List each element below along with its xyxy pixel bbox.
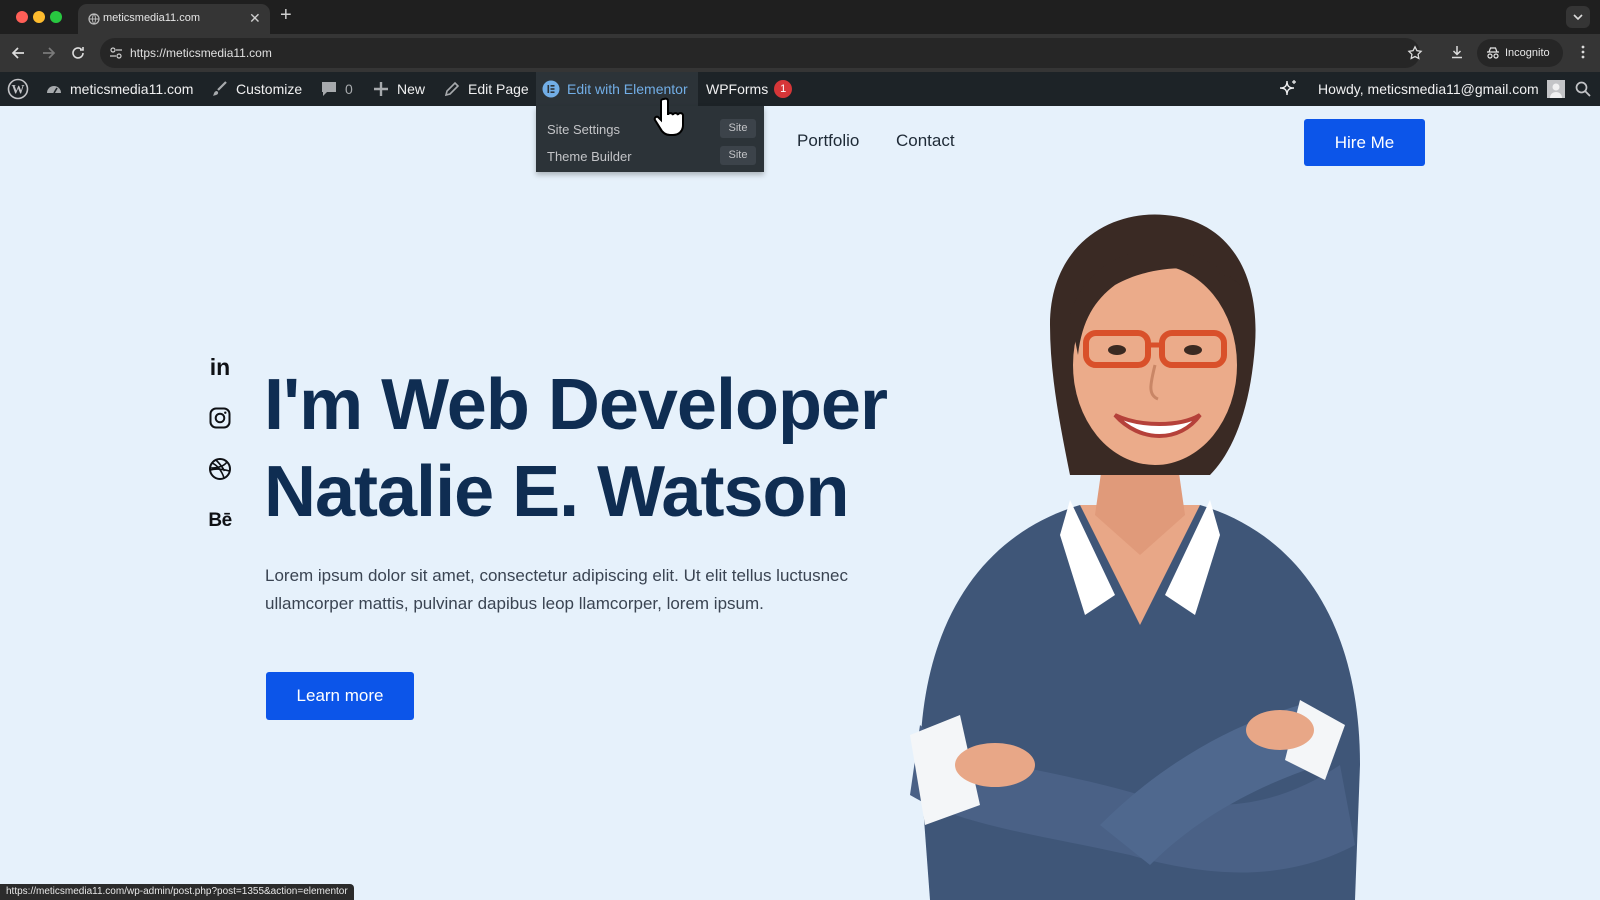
reload-icon[interactable] (68, 43, 88, 63)
howdy-label: Howdy, meticsmedia11@gmail.com (1318, 81, 1539, 97)
dribbble-icon[interactable] (207, 456, 233, 482)
hero-description: Lorem ipsum dolor sit amet, consectetur … (265, 566, 848, 613)
instagram-icon[interactable] (207, 405, 233, 431)
hero-title-line-2: Natalie E. Watson (264, 452, 849, 532)
theme-builder-label: Theme Builder (547, 148, 632, 164)
site-settings-tag: Site (720, 119, 756, 138)
elementor-icon (542, 80, 560, 98)
new-content-menu[interactable]: New (372, 72, 425, 106)
pencil-icon (444, 81, 460, 97)
url-text: https://meticsmedia11.com (130, 46, 272, 60)
nav-link-portfolio[interactable]: Portfolio (797, 131, 859, 151)
wordpress-logo-menu[interactable]: W (7, 72, 29, 106)
site-info-icon[interactable] (109, 46, 123, 60)
hire-me-button[interactable]: Hire Me (1304, 119, 1425, 166)
dashboard-icon (47, 86, 61, 94)
behance-icon[interactable]: Bē (207, 508, 233, 534)
download-icon[interactable] (1449, 44, 1465, 60)
globe-icon (88, 13, 100, 25)
nav-link-contact[interactable]: Contact (896, 131, 955, 151)
new-tab-icon[interactable]: + (280, 4, 292, 27)
incognito-label: Incognito (1505, 47, 1550, 59)
edit-page-label: Edit Page (468, 81, 529, 97)
instagram-glyph (209, 407, 231, 429)
admin-search-button[interactable] (1575, 72, 1591, 106)
site-settings-label: Site Settings (547, 121, 620, 137)
wpforms-label: WPForms (706, 81, 769, 97)
hand-cursor-icon (653, 97, 684, 136)
browser-tab-strip: meticsmedia11.com ✕ + (0, 0, 1600, 34)
tab-search-button[interactable] (1566, 6, 1590, 28)
hero-portrait-image (910, 214, 1360, 900)
browser-toolbar: https://meticsmedia11.com Incognito (0, 34, 1600, 72)
behance-glyph: Bē (208, 510, 232, 531)
close-window-button[interactable] (16, 11, 28, 23)
more-menu-icon[interactable] (1575, 44, 1591, 60)
hero-title-line-1: I'm Web Developer (264, 365, 888, 445)
site-name-label: meticsmedia11.com (70, 81, 194, 97)
my-account-menu[interactable]: Howdy, meticsmedia11@gmail.com (1318, 72, 1565, 106)
comment-icon (322, 82, 336, 96)
linkedin-icon[interactable]: in (207, 354, 233, 380)
tab-title: meticsmedia11.com (103, 12, 200, 24)
comments-count: 0 (345, 81, 353, 97)
wordpress-icon: W (7, 78, 29, 100)
sparkle-icon (1279, 80, 1296, 96)
incognito-icon (1487, 47, 1499, 59)
wpforms-menu[interactable]: WPForms 1 (706, 72, 793, 106)
customize-link[interactable]: Customize (211, 72, 302, 106)
theme-builder-tag: Site (720, 146, 756, 165)
minimize-window-button[interactable] (33, 11, 45, 23)
search-icon (1575, 81, 1591, 97)
site-name-menu[interactable]: meticsmedia11.com (45, 72, 193, 106)
new-label: New (397, 81, 426, 97)
learn-more-button[interactable]: Learn more (266, 672, 414, 720)
plus-icon (374, 82, 388, 96)
address-bar[interactable]: https://meticsmedia11.com (100, 38, 1423, 68)
linkedin-glyph: in (209, 353, 231, 380)
tab-close-icon[interactable]: ✕ (249, 10, 261, 27)
back-icon[interactable] (9, 43, 29, 63)
chevron-down-icon (1573, 14, 1583, 21)
svg-text:W: W (12, 82, 25, 97)
browser-tab[interactable]: meticsmedia11.com ✕ (78, 4, 270, 34)
elementor-dropdown-menu: Site Settings Site Theme Builder Site (536, 106, 764, 172)
wpforms-notification-badge: 1 (774, 80, 793, 98)
status-bar-url: https://meticsmedia11.com/wp-admin/post.… (0, 884, 354, 900)
bookmark-star-icon[interactable] (1407, 45, 1423, 61)
wp-admin-bar: W meticsmedia11.com Customize 0 New Edit… (0, 72, 1600, 106)
edit-page-link[interactable]: Edit Page (443, 72, 529, 106)
avatar (1546, 80, 1565, 98)
forward-icon[interactable] (38, 43, 58, 63)
dribbble-glyph (209, 458, 231, 480)
theme-builder-item[interactable]: Theme Builder Site (547, 145, 761, 167)
maximize-window-button[interactable] (50, 11, 62, 23)
customize-label: Customize (236, 81, 303, 97)
brush-icon (213, 81, 227, 96)
ai-assistant-button[interactable] (1277, 72, 1299, 106)
incognito-badge[interactable]: Incognito (1477, 39, 1563, 67)
comments-link[interactable]: 0 (320, 72, 353, 106)
